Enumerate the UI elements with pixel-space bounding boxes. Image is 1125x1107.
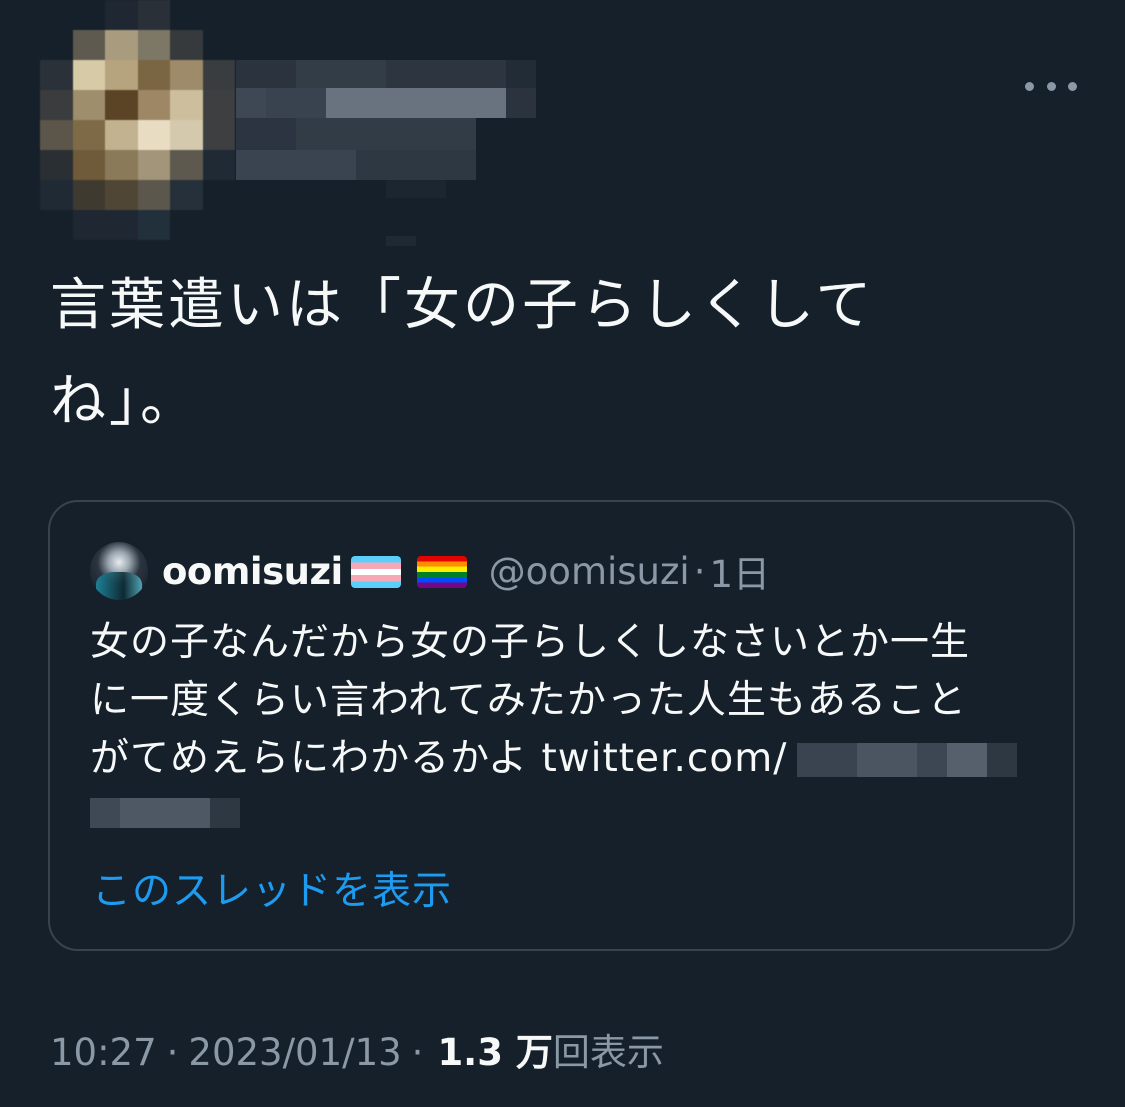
avatar-pixel [137, 60, 170, 90]
avatar-pixel [105, 0, 138, 30]
separator-dot: · [693, 549, 706, 593]
separator-dot: · [411, 1031, 424, 1074]
avatar-pixel [72, 60, 105, 90]
avatar-pixel [105, 180, 138, 210]
avatar-pixel [137, 30, 170, 60]
avatar-pixel [137, 180, 170, 210]
avatar-pixel [170, 180, 203, 210]
avatar-pixel [72, 30, 105, 60]
avatar-pixel [202, 150, 235, 180]
avatar-pixel [202, 180, 235, 210]
avatar-pixel [202, 90, 235, 120]
tweet-text: 言葉遣いは「女の子らしくしてね」。 [50, 273, 875, 434]
link-redacted [787, 741, 1018, 781]
more-options-button[interactable] [1025, 70, 1077, 102]
views-count[interactable]: 1.3 万 [437, 1031, 552, 1074]
avatar-pixel [40, 120, 73, 150]
rainbow-flag-icon [416, 556, 467, 588]
avatar-pixel [105, 30, 138, 60]
avatar-pixel [72, 120, 105, 150]
avatar-pixel [40, 0, 73, 30]
avatar-pixel [202, 60, 235, 90]
avatar-pixel [202, 120, 235, 150]
author-avatar[interactable] [40, 0, 235, 240]
views-label: 回表示 [552, 1031, 664, 1074]
quoted-author-avatar[interactable] [90, 542, 148, 600]
avatar-pixel [105, 210, 138, 240]
avatar-pixel [137, 210, 170, 240]
avatar-pixel [137, 90, 170, 120]
avatar-pixel [40, 180, 73, 210]
avatar-pixel [137, 0, 170, 30]
avatar-pixel [72, 0, 105, 30]
quoted-author-handle[interactable]: @oomisuzi [489, 550, 690, 593]
avatar-pixel [170, 120, 203, 150]
separator-dot: · [166, 1031, 179, 1074]
avatar-pixel [40, 30, 73, 60]
avatar-pixel [40, 60, 73, 90]
avatar-pixel [105, 120, 138, 150]
avatar-pixel [170, 0, 203, 30]
tweet-detail-page: 言葉遣いは「女の子らしくしてね」。 oomisuzi @oomisuzi · 1… [0, 0, 1125, 1107]
avatar-pixel [170, 30, 203, 60]
quoted-author-name[interactable]: oomisuzi [162, 550, 343, 593]
avatar-pixel [105, 150, 138, 180]
transgender-flag-icon [350, 556, 401, 588]
avatar-pixel [105, 90, 138, 120]
avatar-pixel [40, 150, 73, 180]
tweet-time[interactable]: 10:27 [50, 1031, 157, 1074]
link-redacted-continued [90, 794, 240, 844]
quoted-text-line: がてめえらにわかるかよ [90, 736, 542, 781]
tweet-meta: 10:27 · 2023/01/13 · 1.3 万回表示 [50, 1022, 664, 1076]
quoted-tweet-header: oomisuzi @oomisuzi · 1日 [90, 540, 770, 602]
avatar-pixel [72, 150, 105, 180]
avatar-pixel [40, 210, 73, 240]
avatar-pixel [170, 90, 203, 120]
quoted-tweet-link[interactable]: twitter.com/ [541, 736, 787, 781]
avatar-pixel [137, 120, 170, 150]
tweet-date[interactable]: 2023/01/13 [188, 1031, 401, 1074]
quoted-text-line: 女の子なんだから女の子らしくしなさいとか一生 [90, 620, 971, 665]
more-horizontal-icon [1025, 81, 1034, 91]
author-name-redacted[interactable] [236, 58, 536, 258]
avatar-pixel [72, 180, 105, 210]
avatar-pixel [170, 210, 203, 240]
quoted-tweet-card[interactable]: oomisuzi @oomisuzi · 1日 女の子なんだから女の子らしくしな… [48, 500, 1075, 951]
avatar-pixel [72, 90, 105, 120]
show-thread-link[interactable]: このスレッドを表示 [92, 860, 452, 916]
avatar-pixel [137, 150, 170, 180]
avatar-pixel [40, 90, 73, 120]
quoted-text-line: に一度くらい言われてみたかった人生もあること [90, 678, 967, 723]
avatar-pixel [170, 150, 203, 180]
avatar-pixel [202, 30, 235, 60]
avatar-pixel [202, 210, 235, 240]
avatar-pixel [105, 60, 138, 90]
quoted-tweet-text: 女の子なんだから女の子らしくしなさいとか一生 に一度くらい言われてみたかった人生… [90, 614, 1040, 844]
avatar-pixel [202, 0, 235, 30]
quoted-tweet-time[interactable]: 1日 [709, 544, 770, 598]
avatar-pixel [170, 60, 203, 90]
avatar-pixel [72, 210, 105, 240]
